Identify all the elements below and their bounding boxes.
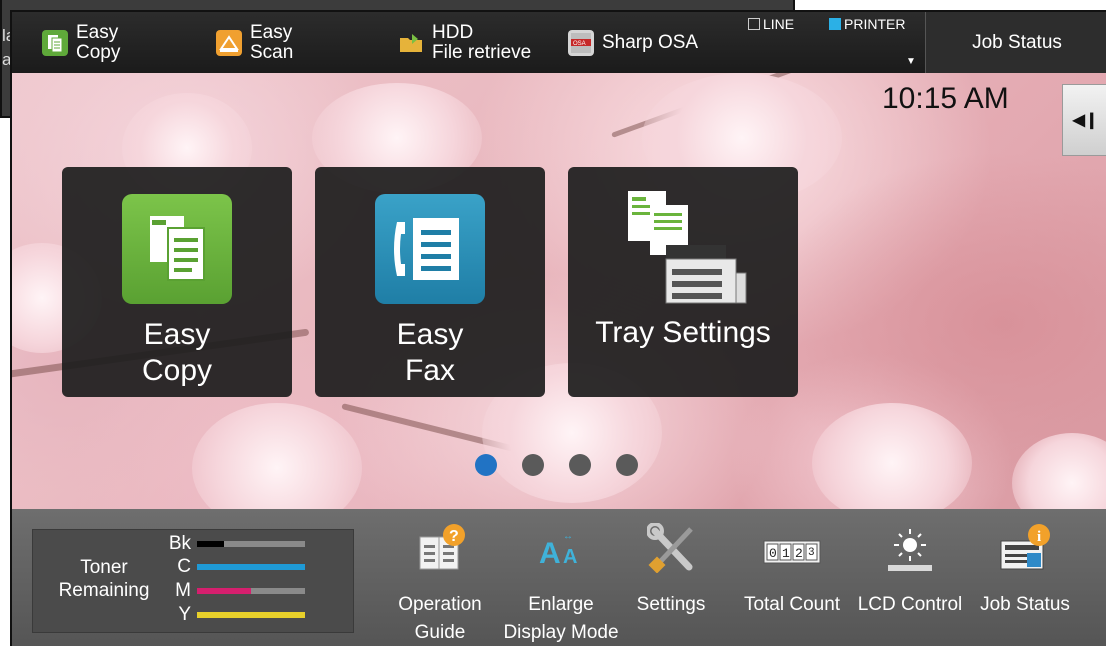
svg-text:3: 3	[808, 547, 815, 559]
toner-row-y: Y	[163, 604, 305, 625]
printer-indicator-label: PRINTER	[844, 16, 906, 32]
printer-indicator: PRINTER	[829, 16, 905, 32]
top-bar: Easy Copy Easy Scan HDD File retrieve OS…	[12, 12, 1106, 73]
fax-app-icon	[375, 194, 485, 304]
settings-button[interactable]: Settings	[626, 522, 716, 619]
bottom-bar: Toner Remaining Bk C M Y ? Operation Gui…	[12, 509, 1106, 646]
toner-label-m: M	[175, 580, 191, 601]
toner-track	[197, 541, 305, 547]
operation-guide-icon: ?	[416, 523, 465, 570]
total-count-icon: 0 1 2 3	[762, 523, 822, 569]
toner-remaining-panel: Toner Remaining Bk C M Y	[32, 529, 354, 633]
job-status-icon: i	[997, 523, 1053, 570]
lcd-control-icon	[882, 523, 938, 571]
tray-settings-icon	[618, 185, 748, 310]
enlarge-display-mode-label: Enlarge Display Mode	[503, 594, 619, 643]
wallpaper-blossom	[812, 403, 972, 521]
tile-tray-settings-label: Tray Settings	[595, 316, 771, 349]
home-screen: Easy Copy Easy Scan HDD File retrieve OS…	[10, 10, 1106, 646]
job-status-bottom-label: Job Status	[980, 594, 1070, 615]
tile-tray-settings[interactable]: Tray Settings	[568, 167, 798, 397]
collapse-left-icon: ◀❙	[1072, 112, 1099, 129]
page-dot[interactable]	[522, 454, 544, 476]
easy-scan-shortcut[interactable]: Easy Scan	[216, 12, 293, 73]
page-indicator	[475, 454, 663, 476]
sharp-osa-icon: OSA	[568, 29, 594, 56]
clock: 10:15 AM	[882, 82, 1009, 115]
svg-text:i: i	[1037, 529, 1041, 545]
toner-track	[197, 612, 305, 618]
toner-level-y	[197, 612, 305, 618]
tile-easy-fax-label: Easy Fax	[396, 318, 464, 387]
easy-copy-icon	[42, 29, 68, 56]
hdd-file-retrieve-shortcut[interactable]: HDD File retrieve	[398, 12, 531, 73]
toner-row-m: M	[163, 580, 305, 601]
folder-icon	[398, 30, 424, 56]
page-dot[interactable]	[475, 454, 497, 476]
screen-root: la a Easy Copy Easy Scan HDD File retrie…	[0, 0, 1106, 646]
wallpaper-blossom	[1012, 433, 1106, 521]
sharp-osa-shortcut[interactable]: OSA Sharp OSA	[568, 12, 698, 73]
lcd-control-button[interactable]: LCD Control	[850, 523, 970, 619]
svg-text:A: A	[539, 537, 561, 570]
job-status-button[interactable]: Job Status	[925, 12, 1106, 73]
easy-scan-icon	[216, 29, 242, 56]
easy-scan-shortcut-label: Easy Scan	[250, 21, 294, 63]
toner-track	[197, 588, 305, 594]
line-indicator-box	[748, 18, 760, 30]
svg-text:2: 2	[795, 546, 803, 561]
operation-guide-label: Operation Guide	[398, 594, 482, 643]
toner-level-m	[197, 588, 251, 594]
toner-label-bk: Bk	[168, 533, 191, 554]
toner-label-y: Y	[178, 604, 191, 625]
printer-indicator-box	[829, 18, 841, 30]
sharp-osa-label: Sharp OSA	[602, 31, 699, 53]
toner-level-bk	[197, 541, 224, 547]
svg-text:0: 0	[769, 546, 777, 561]
toner-track	[197, 564, 305, 570]
easy-copy-shortcut[interactable]: Easy Copy	[42, 12, 120, 73]
total-count-label: Total Count	[743, 594, 841, 615]
toner-row-c: C	[163, 556, 305, 577]
toner-remaining-title: Toner Remaining	[58, 557, 150, 601]
page-dot[interactable]	[569, 454, 591, 476]
toner-level-c	[197, 564, 305, 570]
tile-easy-copy[interactable]: Easy Copy	[62, 167, 292, 397]
lcd-control-label: LCD Control	[857, 594, 963, 615]
tile-easy-fax[interactable]: Easy Fax	[315, 167, 545, 397]
toner-row-bk: Bk	[163, 533, 305, 554]
page-dot[interactable]	[616, 454, 638, 476]
side-panel-tab[interactable]: ◀❙	[1062, 84, 1106, 156]
settings-label: Settings	[636, 594, 706, 615]
job-status-bottom-button[interactable]: i Job Status	[970, 523, 1080, 619]
svg-text:↔: ↔	[563, 531, 573, 542]
svg-text:?: ?	[449, 528, 459, 545]
indicator-dropdown-icon[interactable]: ▼	[906, 56, 916, 67]
line-indicator-label: LINE	[763, 16, 795, 32]
copy-app-icon	[122, 194, 232, 304]
wallpaper-blossom	[192, 403, 362, 521]
easy-copy-shortcut-label: Easy Copy	[76, 21, 121, 63]
enlarge-display-mode-button[interactable]: A A ↔ Enlarge Display Mode	[496, 523, 626, 646]
operation-guide-button[interactable]: ? Operation Guide	[384, 523, 496, 646]
tile-easy-copy-label: Easy Copy	[141, 318, 213, 387]
toner-label-c: C	[177, 556, 191, 577]
svg-text:A: A	[563, 546, 577, 568]
total-count-button[interactable]: 0 1 2 3 Total Count	[732, 523, 852, 619]
settings-icon	[646, 522, 695, 574]
enlarge-display-icon: A A ↔	[537, 523, 585, 570]
svg-text:1: 1	[782, 546, 790, 561]
svg-text:OSA: OSA	[573, 41, 586, 47]
hdd-file-retrieve-label: HDD File retrieve	[432, 21, 532, 63]
line-indicator: LINE	[748, 16, 794, 32]
